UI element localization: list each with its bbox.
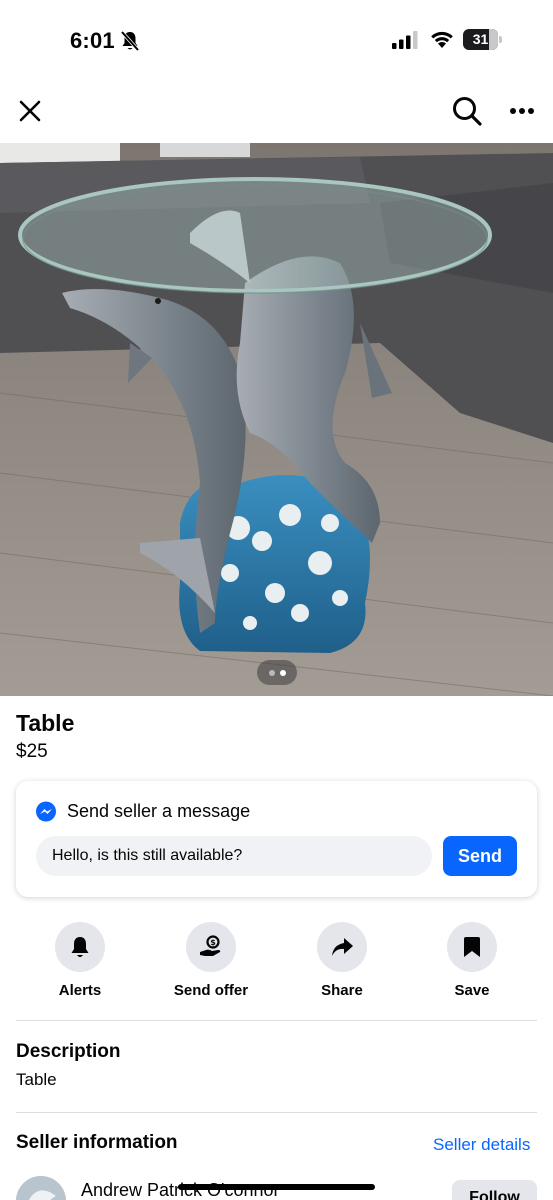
close-button[interactable]: [11, 92, 49, 130]
alerts-label: Alerts: [58, 982, 102, 999]
status-time: 6:01: [70, 28, 115, 53]
seller-details-link[interactable]: Seller details: [433, 1135, 530, 1155]
divider: [16, 1112, 537, 1113]
send-offer-icon-circle: $: [186, 922, 236, 972]
svg-text:$: $: [210, 938, 216, 947]
message-input[interactable]: Hello, is this still available?: [36, 836, 432, 876]
save-button[interactable]: Save: [422, 922, 522, 999]
more-options-button[interactable]: [503, 92, 541, 130]
alerts-button[interactable]: Alerts: [30, 922, 130, 999]
pagination-dot-active: [279, 669, 286, 676]
seller-information-heading: Seller information: [16, 1132, 178, 1153]
avatar-image: [16, 1176, 66, 1200]
avatar[interactable]: [16, 1176, 66, 1200]
pagination-dot: [268, 669, 275, 676]
share-label: Share: [321, 982, 363, 999]
messenger-icon: [36, 801, 56, 822]
listing-price: $25: [16, 741, 48, 762]
share-button[interactable]: Share: [292, 922, 392, 999]
save-label: Save: [454, 982, 490, 999]
dolphin-table-image: [0, 143, 553, 696]
action-row: Alerts $ Send offer Share Save: [0, 922, 553, 1012]
battery-icon: 31: [463, 29, 503, 50]
follow-button[interactable]: Follow: [452, 1180, 537, 1200]
listing-photo[interactable]: [0, 143, 553, 696]
send-button[interactable]: Send: [443, 836, 517, 876]
listing-title: Table: [16, 710, 75, 736]
seller-name[interactable]: Andrew Patrick O'connor: [81, 1180, 280, 1200]
description-heading: Description: [16, 1041, 121, 1062]
status-bar: 6:01 31: [0, 0, 553, 80]
more-icon: [510, 108, 534, 114]
bell-slash-icon: [120, 30, 140, 52]
send-offer-button[interactable]: $ Send offer: [161, 922, 261, 999]
save-icon-circle: [447, 922, 497, 972]
message-seller-card: Send seller a message Hello, is this sti…: [16, 781, 537, 897]
alerts-icon-circle: [55, 922, 105, 972]
divider: [16, 1020, 537, 1021]
send-offer-label: Send offer: [173, 982, 249, 999]
share-icon: [332, 938, 353, 956]
share-icon-circle: [317, 922, 367, 972]
photo-pagination: [257, 660, 297, 685]
cellular-signal-icon: [392, 31, 418, 49]
wifi-icon: [431, 31, 453, 48]
message-heading: Send seller a message: [67, 801, 251, 821]
send-offer-icon: $: [200, 935, 221, 956]
close-icon: [19, 100, 41, 122]
search-icon: [453, 97, 482, 126]
bookmark-icon: [464, 937, 480, 957]
search-button[interactable]: [448, 92, 486, 130]
description-text: Table: [16, 1070, 57, 1089]
bell-icon: [71, 937, 89, 957]
top-nav: [0, 80, 553, 142]
battery-level: 31: [472, 31, 489, 47]
home-indicator[interactable]: [178, 1184, 375, 1190]
